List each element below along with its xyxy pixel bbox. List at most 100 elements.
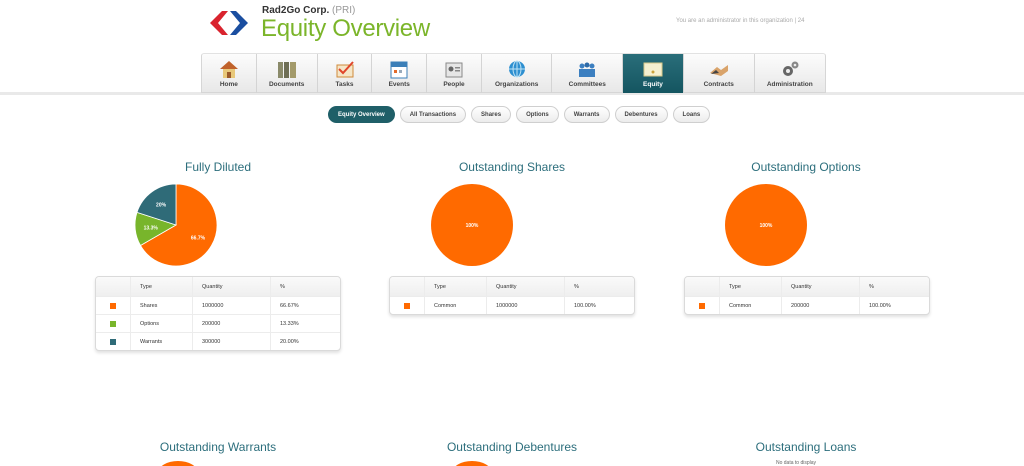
color-header-cell [96, 277, 130, 296]
subtab-equity-overview[interactable]: Equity Overview [328, 106, 395, 123]
outstanding-options-table: Type Quantity % Common 200000 100.00% [684, 276, 930, 315]
type-header: Type [719, 277, 781, 296]
percent-cell: 100.00% [859, 297, 929, 314]
outstanding-debentures-pie-edge [455, 461, 489, 466]
nav-committees[interactable]: Committees [552, 54, 624, 93]
nav-events[interactable]: Events [372, 54, 428, 93]
pie-slice-label: 100% [466, 223, 479, 229]
subtab-loans[interactable]: Loans [672, 106, 711, 123]
nav-label: Organizations [494, 81, 539, 88]
subtab-all-transactions[interactable]: All Transactions [399, 106, 467, 123]
table-row: Warrants 300000 20.00% [96, 332, 340, 350]
nav-contracts[interactable]: Contracts [684, 54, 755, 93]
percent-cell: 100.00% [564, 297, 634, 314]
quantity-header: Quantity [192, 277, 270, 296]
quantity-cell: 200000 [781, 297, 859, 314]
type-cell: Warrants [130, 333, 192, 350]
percent-cell: 20.00% [270, 333, 340, 350]
pie-slice-label: 20% [156, 202, 167, 208]
nav-label: Committees [568, 81, 606, 88]
subtab-options[interactable]: Options [516, 106, 559, 123]
options-color-swatch [110, 320, 116, 327]
type-cell: Shares [130, 297, 192, 314]
quantity-header: Quantity [486, 277, 564, 296]
table-row: Options 200000 13.33% [96, 314, 340, 332]
percent-header: % [270, 277, 340, 296]
table-header-row: Type Quantity % [96, 277, 340, 296]
nav-equity[interactable]: Equity [623, 54, 684, 93]
type-cell: Common [424, 297, 486, 314]
documents-icon [277, 62, 296, 78]
nav-tasks[interactable]: Tasks [318, 54, 373, 93]
outstanding-debentures-title: Outstanding Debentures [446, 440, 578, 454]
nav-organizations[interactable]: Organizations [482, 54, 553, 93]
loans-no-data: No data to display [776, 460, 817, 466]
common-color-swatch [699, 302, 705, 309]
outstanding-shares-title: Outstanding Shares [458, 160, 566, 174]
type-header: Type [424, 277, 486, 296]
gears-icon [782, 61, 799, 76]
equity-subtabs: Equity Overview All Transactions Shares … [328, 106, 711, 123]
nav-label: Home [219, 81, 238, 88]
company-logo [210, 11, 248, 35]
type-cell: Common [719, 297, 781, 314]
percent-header: % [859, 277, 929, 296]
color-cell [96, 333, 130, 350]
pie-slice-label: 13.3% [144, 226, 159, 232]
table-header-row: Type Quantity % [390, 277, 634, 296]
page-header: Rad2Go Corp. (PRI) Equity Overview You a… [0, 0, 1024, 54]
type-cell: Options [130, 315, 192, 332]
color-header-cell [390, 277, 424, 296]
nav-people[interactable]: People [427, 54, 482, 93]
nav-documents[interactable]: Documents [257, 54, 318, 93]
admin-note: You are an administrator in this organiz… [676, 18, 805, 24]
color-cell [96, 297, 130, 314]
table-row: Common 200000 100.00% [685, 296, 929, 314]
fully-diluted-table: Type Quantity % Shares 1000000 66.67% Op… [95, 276, 341, 351]
home-icon [219, 61, 238, 78]
table-row: Shares 1000000 66.67% [96, 296, 340, 314]
outstanding-options-pie-chart: 100% [725, 184, 807, 266]
warrants-color-swatch [110, 338, 116, 345]
nav-label: Documents [268, 81, 305, 88]
nav-label: People [443, 81, 465, 88]
percent-cell: 13.33% [270, 315, 340, 332]
fully-diluted-pie-chart: 66.7% 13.3% 20% [134, 183, 218, 267]
nav-label: Equity [643, 81, 663, 88]
outstanding-shares-table: Type Quantity % Common 1000000 100.00% [389, 276, 635, 315]
percent-cell: 66.67% [270, 297, 340, 314]
shares-color-swatch [110, 302, 116, 309]
outstanding-warrants-title: Outstanding Warrants [159, 440, 277, 454]
calendar-icon [390, 61, 408, 79]
table-row: Common 1000000 100.00% [390, 296, 634, 314]
tasks-icon [336, 61, 354, 78]
nav-home[interactable]: Home [202, 54, 257, 93]
page-title: Equity Overview [261, 15, 430, 42]
color-header-cell [685, 277, 719, 296]
nav-administration[interactable]: Administration [755, 54, 825, 93]
equity-icon [643, 62, 663, 77]
quantity-cell: 300000 [192, 333, 270, 350]
committees-icon [579, 62, 596, 77]
contracts-icon [709, 65, 728, 76]
subtab-debentures[interactable]: Debentures [614, 106, 668, 123]
subtab-shares[interactable]: Shares [471, 106, 512, 123]
outstanding-shares-pie-chart: 100% [431, 184, 513, 266]
quantity-header: Quantity [781, 277, 859, 296]
fully-diluted-title: Fully Diluted [184, 160, 252, 174]
table-header-row: Type Quantity % [685, 277, 929, 296]
globe-icon [508, 60, 525, 78]
outstanding-loans-title: Outstanding Loans [755, 440, 857, 454]
nav-label: Tasks [335, 81, 354, 88]
quantity-cell: 200000 [192, 315, 270, 332]
quantity-cell: 1000000 [486, 297, 564, 314]
type-header: Type [130, 277, 192, 296]
nav-label: Contracts [703, 81, 734, 88]
quantity-cell: 1000000 [192, 297, 270, 314]
nav-label: Administration [766, 81, 813, 88]
pie-slice-label: 100% [760, 223, 773, 229]
subtab-warrants[interactable]: Warrants [563, 106, 610, 123]
pie-slice-label: 66.7% [191, 236, 206, 242]
color-cell [96, 315, 130, 332]
common-color-swatch [404, 302, 410, 309]
